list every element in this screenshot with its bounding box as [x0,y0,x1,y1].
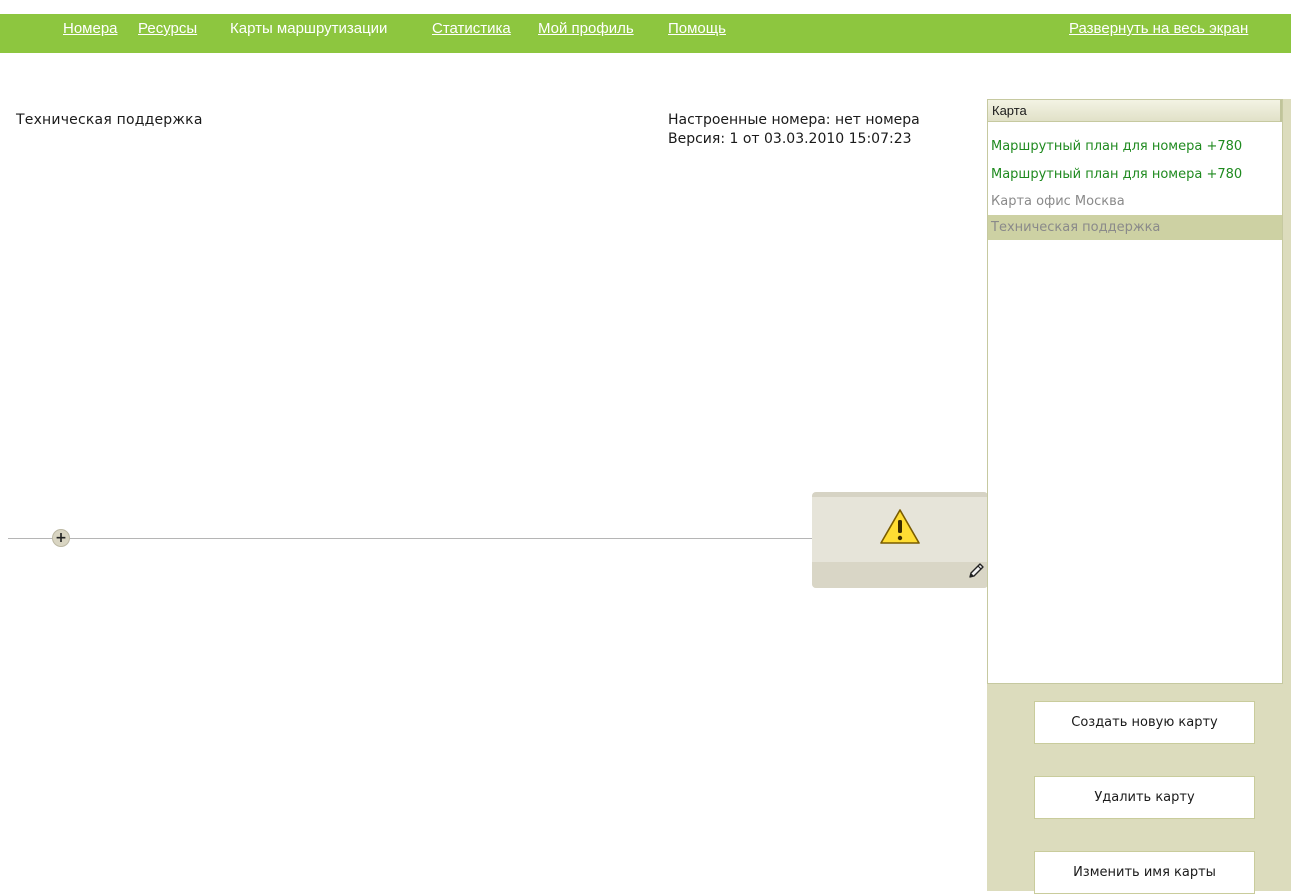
nav-link-statistics[interactable]: Статистика [432,20,511,37]
warning-icon [878,507,922,551]
nav-link-routing-maps[interactable]: Карты маршрутизации [230,20,387,37]
add-node-button[interactable]: + [52,529,70,547]
map-list-item[interactable]: Карта офис Москва [988,189,1282,214]
nav-link-my-profile[interactable]: Мой профиль [538,20,634,37]
flow-connector-line [8,538,812,539]
node-footer [812,562,988,588]
nav-link-help[interactable]: Помощь [668,20,726,37]
create-map-button[interactable]: Создать новую карту [1034,701,1255,744]
map-list-item[interactable]: Маршрутный план для номера +780 [988,162,1282,187]
pencil-icon[interactable] [966,562,986,584]
version-label: Версия: 1 от 03.03.2010 15:07:23 [668,131,912,147]
delete-map-button[interactable]: Удалить карту [1034,776,1255,819]
nav-link-numbers[interactable]: Номера [63,20,118,37]
column-resize-handle[interactable] [1280,100,1282,122]
nav-link-resources[interactable]: Ресурсы [138,20,197,37]
configured-numbers-label: Настроенные номера: нет номера [668,112,920,128]
map-list-header-label: Карта [992,103,1027,118]
top-navigation-bar: Номера Ресурсы Карты маршрутизации Стати… [0,14,1291,53]
flow-node-card[interactable] [812,492,988,588]
map-list-item[interactable]: Маршрутный план для номера +780 [988,134,1282,159]
map-list-item-selected[interactable]: Техническая поддержка [988,215,1282,240]
map-panel: Карта Маршрутный план для номера +780 Ма… [987,99,1291,894]
rename-map-button[interactable]: Изменить имя карты [1034,851,1255,894]
map-list: Карта Маршрутный план для номера +780 Ма… [987,99,1283,684]
map-title: Техническая поддержка [16,112,203,128]
map-list-header[interactable]: Карта [988,100,1282,122]
fullscreen-link[interactable]: Развернуть на весь экран [1069,20,1248,37]
